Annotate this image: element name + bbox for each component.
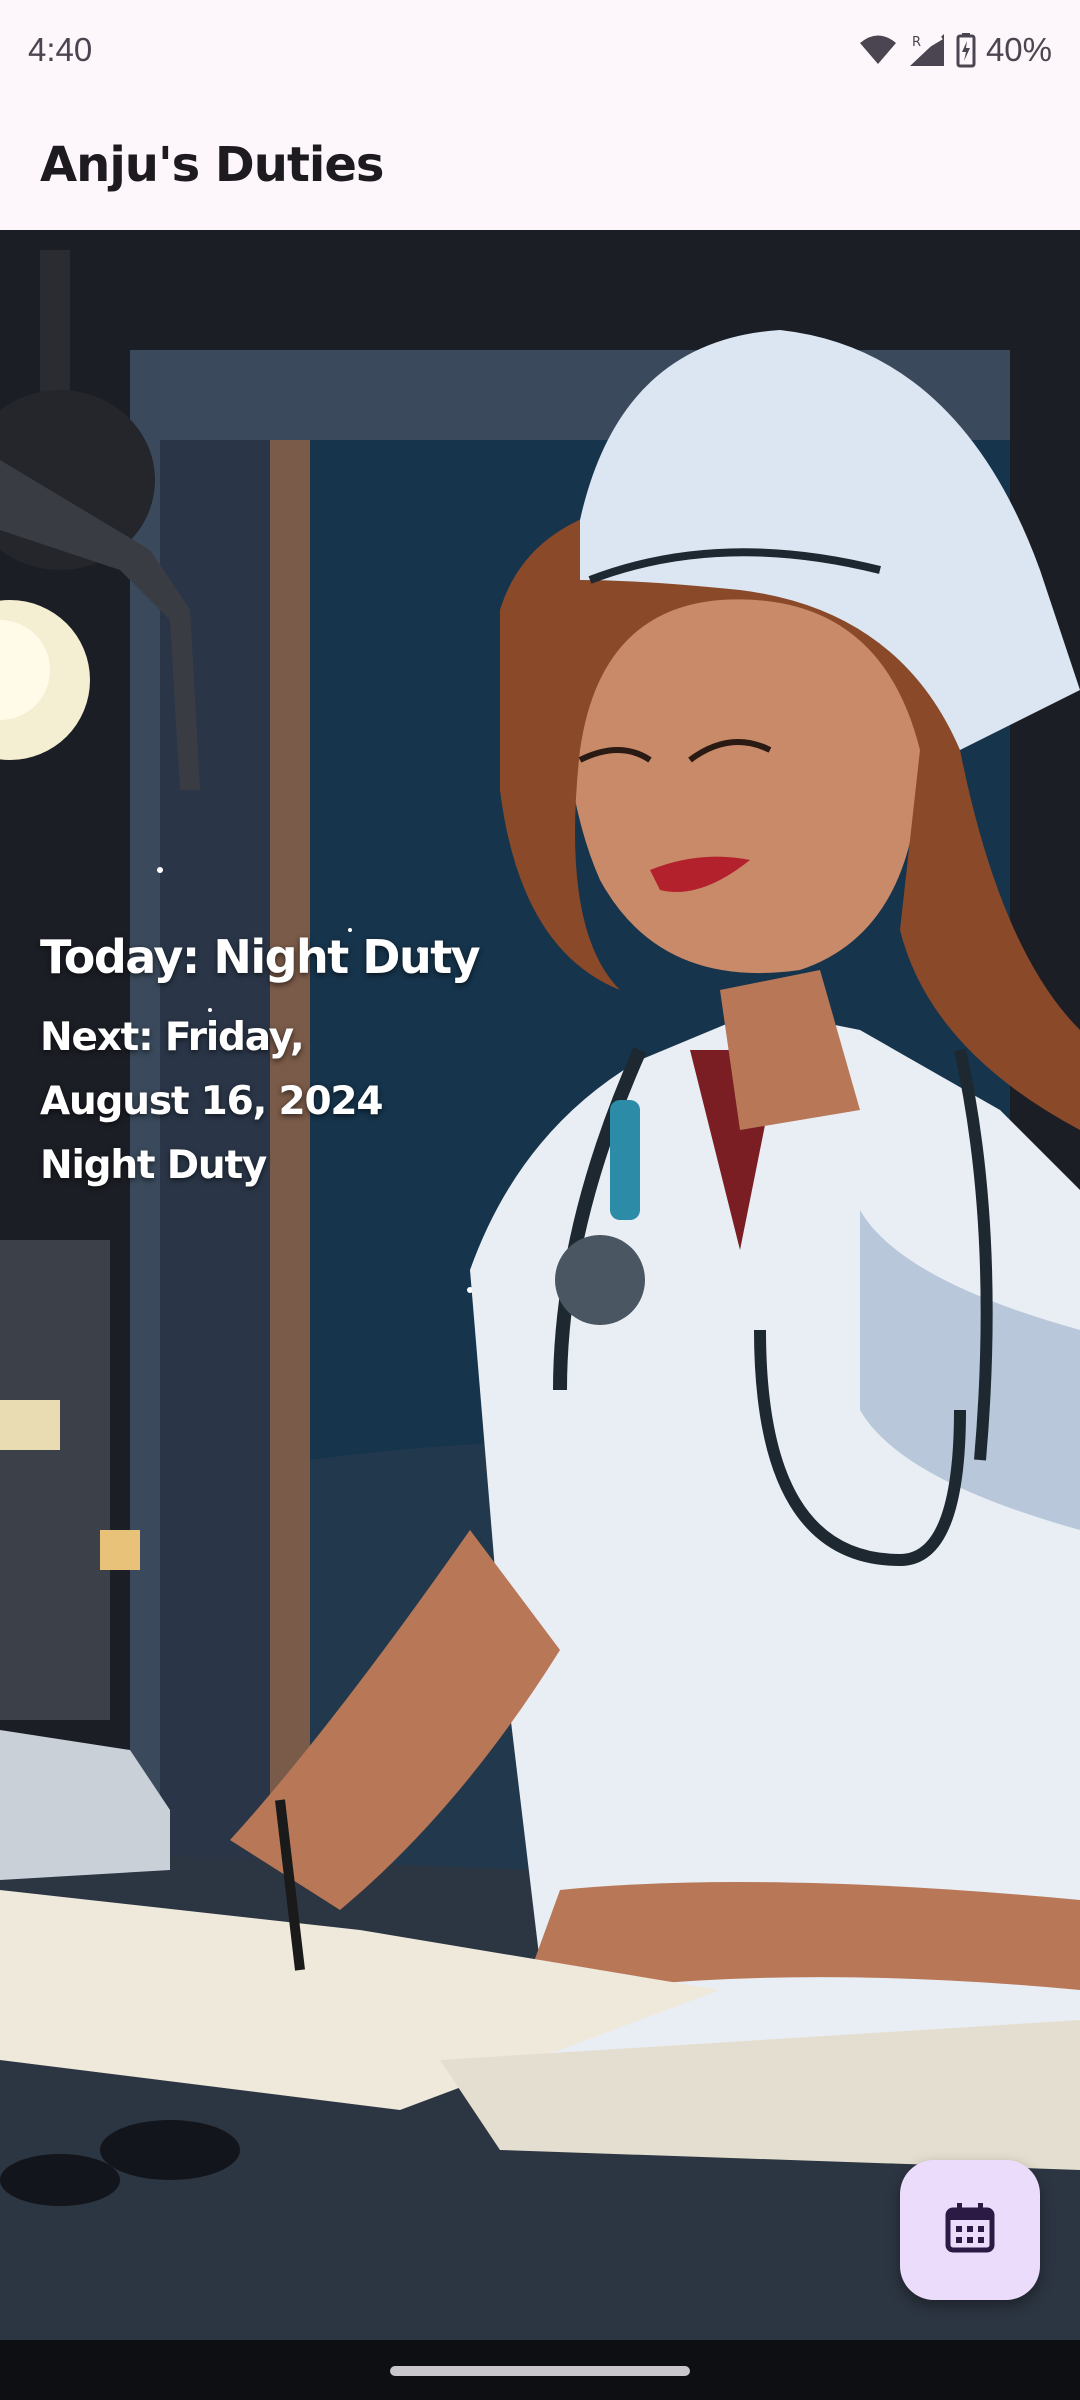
- home-gesture-handle[interactable]: [390, 2366, 690, 2376]
- hero-background: Today: Night Duty Next: Friday, August 1…: [0, 230, 1080, 2340]
- next-duty-date: August 16, 2024: [40, 1079, 383, 1124]
- next-duty-day: Next: Friday,: [40, 1015, 305, 1060]
- calendar-fab-button[interactable]: [900, 2160, 1040, 2300]
- page-title: Anju's Duties: [40, 137, 384, 193]
- calendar-icon: [945, 2202, 995, 2259]
- status-time: 4:40: [28, 31, 93, 68]
- battery-charging-icon: [956, 32, 976, 68]
- app-bar: Anju's Duties: [0, 100, 1080, 230]
- today-duty-label: Today: Night Duty: [40, 930, 481, 984]
- signal-roaming-icon: R: [908, 32, 946, 68]
- gesture-nav-bar: [0, 2340, 1080, 2400]
- wifi-icon: [858, 34, 898, 66]
- status-bar: 4:40 R 40%: [0, 0, 1080, 100]
- svg-text:R: R: [912, 35, 921, 50]
- battery-percent: 40%: [985, 31, 1052, 68]
- nurse-illustration: [0, 230, 1080, 2340]
- status-icons: R 40%: [858, 31, 1052, 69]
- duty-info: Today: Night Duty Next: Friday, August 1…: [40, 930, 481, 1198]
- next-duty-type: Night Duty: [40, 1143, 267, 1188]
